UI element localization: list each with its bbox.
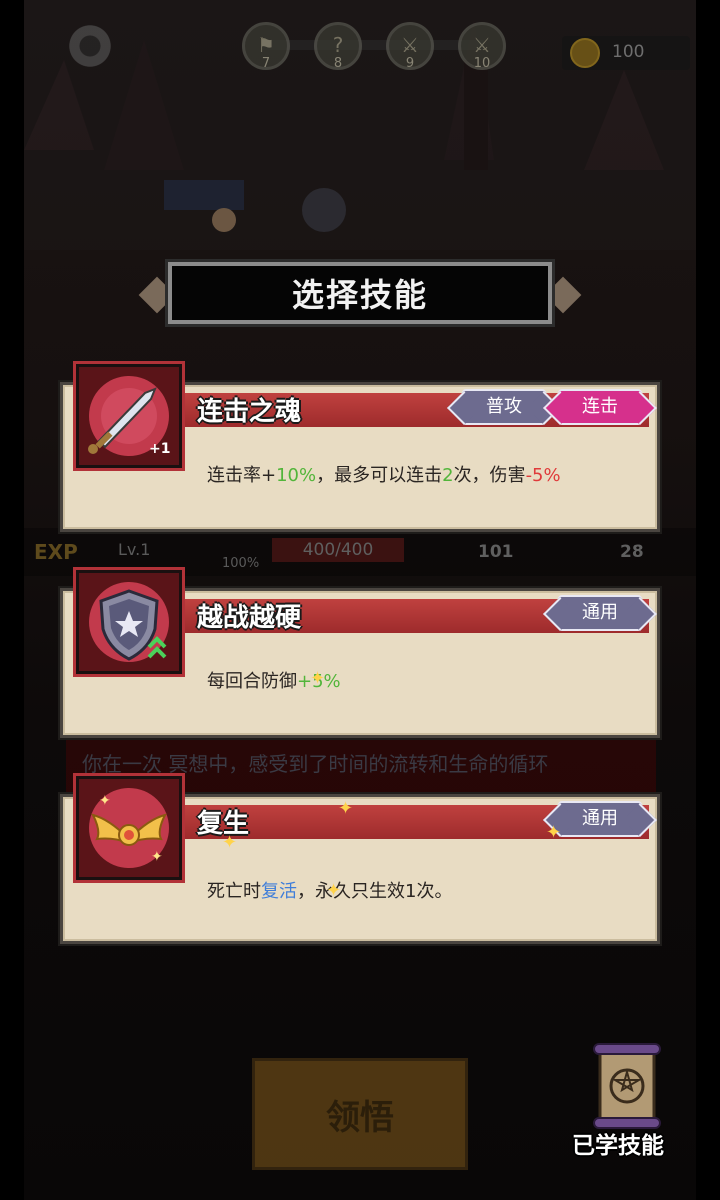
svg-text:✦: ✦ (151, 849, 163, 865)
skill-name: 连击之魂 (197, 397, 302, 427)
coin-icon (570, 38, 600, 68)
tag-normal-attack: 普攻 (462, 389, 546, 425)
tag-combo: 连击 (558, 389, 642, 425)
flag-icon: ⚑ (257, 33, 275, 57)
shield-star-icon (76, 570, 182, 674)
coin-value: 100 (612, 42, 645, 62)
dialog-title: 选择技能 (291, 276, 428, 314)
stage-node-7: ⚑ 7 (242, 22, 290, 71)
level-label: Lv.1 (118, 540, 151, 559)
svg-text:+1: +1 (149, 441, 170, 457)
question-icon: ? (332, 33, 344, 57)
comprehend-button-label: 领悟 (326, 1098, 394, 1138)
stage-progress-track (262, 40, 484, 50)
learned-skills-button-label[interactable]: 已学技能 (572, 1126, 664, 1160)
sparkle-icon: ✦ (310, 668, 326, 689)
skill-name: 越战越硬 (197, 603, 302, 633)
tag-general: 通用 (558, 595, 642, 631)
sparkle-icon: ✦ (546, 822, 562, 843)
right-letterbox (696, 0, 720, 1200)
defense-value: 28 (620, 542, 644, 562)
skill-description: 连击率+10%，最多可以连击2次，伤害-5% (207, 465, 561, 486)
attack-value: 101 (478, 542, 514, 562)
scroll-icon[interactable] (582, 1040, 672, 1132)
exp-label: EXP (34, 540, 78, 564)
winged-rebirth-icon: ✦ ✦ (76, 776, 182, 880)
sword-icon: ⚔ (473, 33, 491, 57)
sparkle-icon: ✦ (222, 832, 238, 853)
left-letterbox (0, 0, 24, 1200)
tag-general: 通用 (558, 801, 642, 837)
sparkle-icon: ✦ (326, 880, 342, 901)
svg-text:✦: ✦ (99, 793, 111, 809)
sparkle-icon: ✦ (338, 798, 354, 819)
sword-icon: +1 (76, 364, 182, 468)
game-screen: ⚑ 7 ? 8 ⚔ 9 ⚔ 10 100 EXP Lv.1 100% 400/4… (0, 0, 720, 1200)
story-text: 你在一次 冥想中，感受到了时间的流转和生命的循环 (82, 752, 549, 776)
hp-percent: 100% (222, 556, 260, 571)
gear-icon[interactable] (66, 22, 114, 70)
stage-node-9: ⚔ 9 (386, 22, 434, 71)
stage-node-8: ? 8 (314, 22, 362, 71)
stage-node-10: ⚔ 10 (458, 22, 506, 71)
crossed-swords-icon: ⚔ (401, 33, 419, 57)
hp-value: 400/400 (302, 540, 374, 560)
